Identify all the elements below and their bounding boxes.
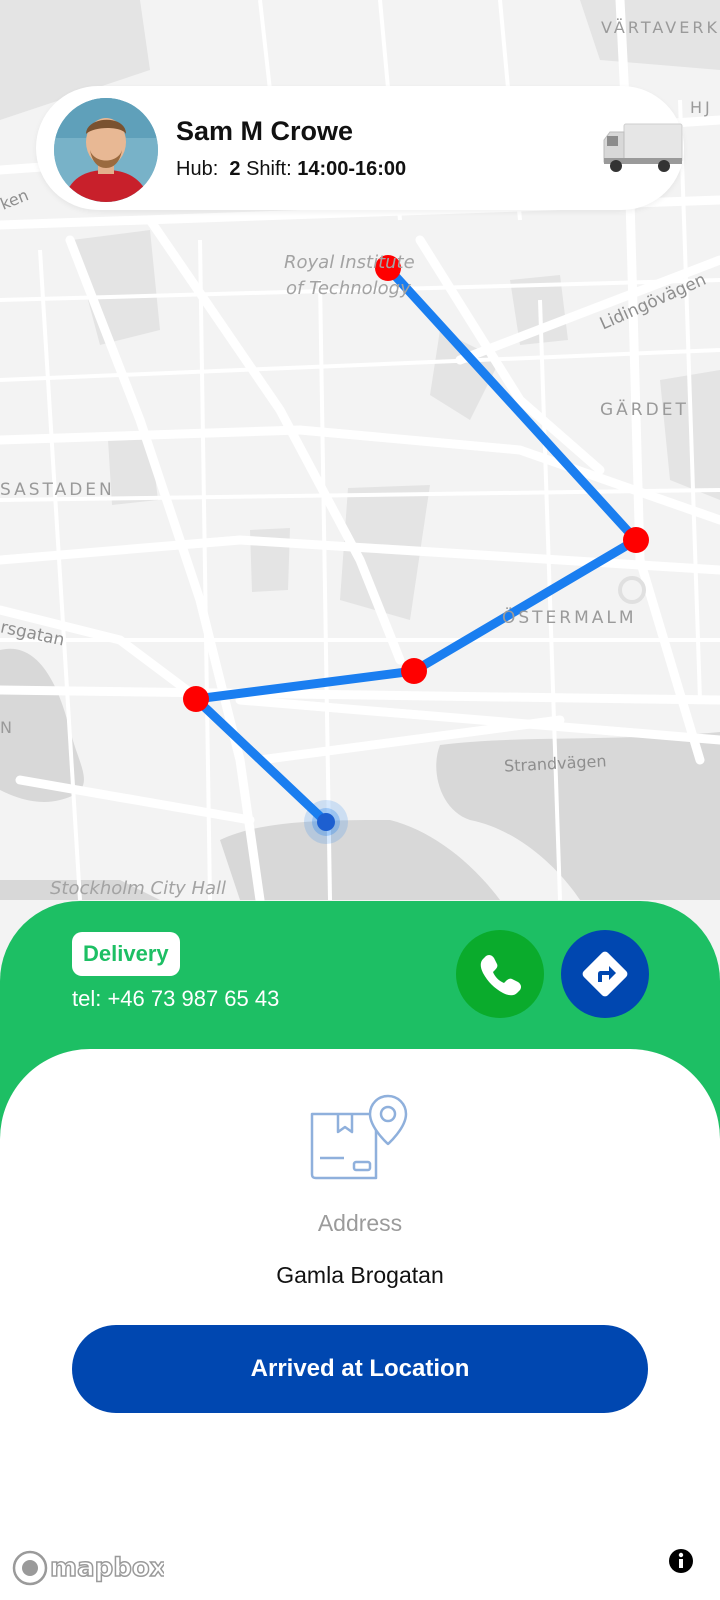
driver-name: Sam M Crowe: [176, 116, 354, 146]
address-value: Gamla Brogatan: [276, 1262, 444, 1288]
current-location-marker: [304, 800, 348, 844]
arrived-at-location-button[interactable]: Arrived at Location: [72, 1325, 648, 1413]
directions-icon: [582, 951, 628, 997]
truck-icon: [603, 123, 683, 172]
map-label-ostermalm: ÖSTERMALM: [502, 608, 637, 628]
phone-icon: [480, 954, 522, 996]
mapbox-logo-text: mapbox: [50, 1553, 164, 1583]
driver-card: Sam M Crowe Hub: 2 Shift: 14:00-16:00: [36, 86, 684, 210]
package-location-icon: [310, 1094, 408, 1180]
route-stop[interactable]: [401, 658, 427, 684]
map-label-gardet: GÄRDET: [600, 400, 689, 420]
map-label-vasastaden: SASTADEN: [0, 480, 115, 500]
map-label-hj: HJ: [690, 98, 713, 117]
directions-button[interactable]: [561, 930, 649, 1018]
map-label-royal-institute-2: of Technology: [286, 278, 411, 299]
map-label-royal-institute: Royal Institute: [284, 252, 415, 273]
avatar[interactable]: [54, 98, 158, 202]
map-label-vartaverket: VÄRTAVERKE: [601, 18, 720, 37]
map-label-n: N: [0, 718, 15, 737]
hub-value: 2: [229, 158, 241, 180]
info-icon[interactable]: [668, 1548, 694, 1574]
delivery-tag: Delivery: [72, 932, 180, 976]
call-button[interactable]: [456, 930, 544, 1018]
hub-label: Hub:: [176, 158, 219, 180]
mapbox-logo[interactable]: mapbox: [12, 1548, 164, 1588]
shift-label: Shift:: [246, 158, 292, 180]
address-label: Address: [317, 1210, 403, 1236]
route-stop[interactable]: [623, 527, 649, 553]
map-label-city-hall: Stockholm City Hall: [50, 878, 227, 899]
driver-shift-info: Hub: 2 Shift: 14:00-16:00: [176, 158, 406, 181]
phone-number: tel: +46 73 987 65 43: [72, 986, 280, 1011]
shift-value: 14:00-16:00: [297, 158, 407, 180]
route-stop[interactable]: [183, 686, 209, 712]
